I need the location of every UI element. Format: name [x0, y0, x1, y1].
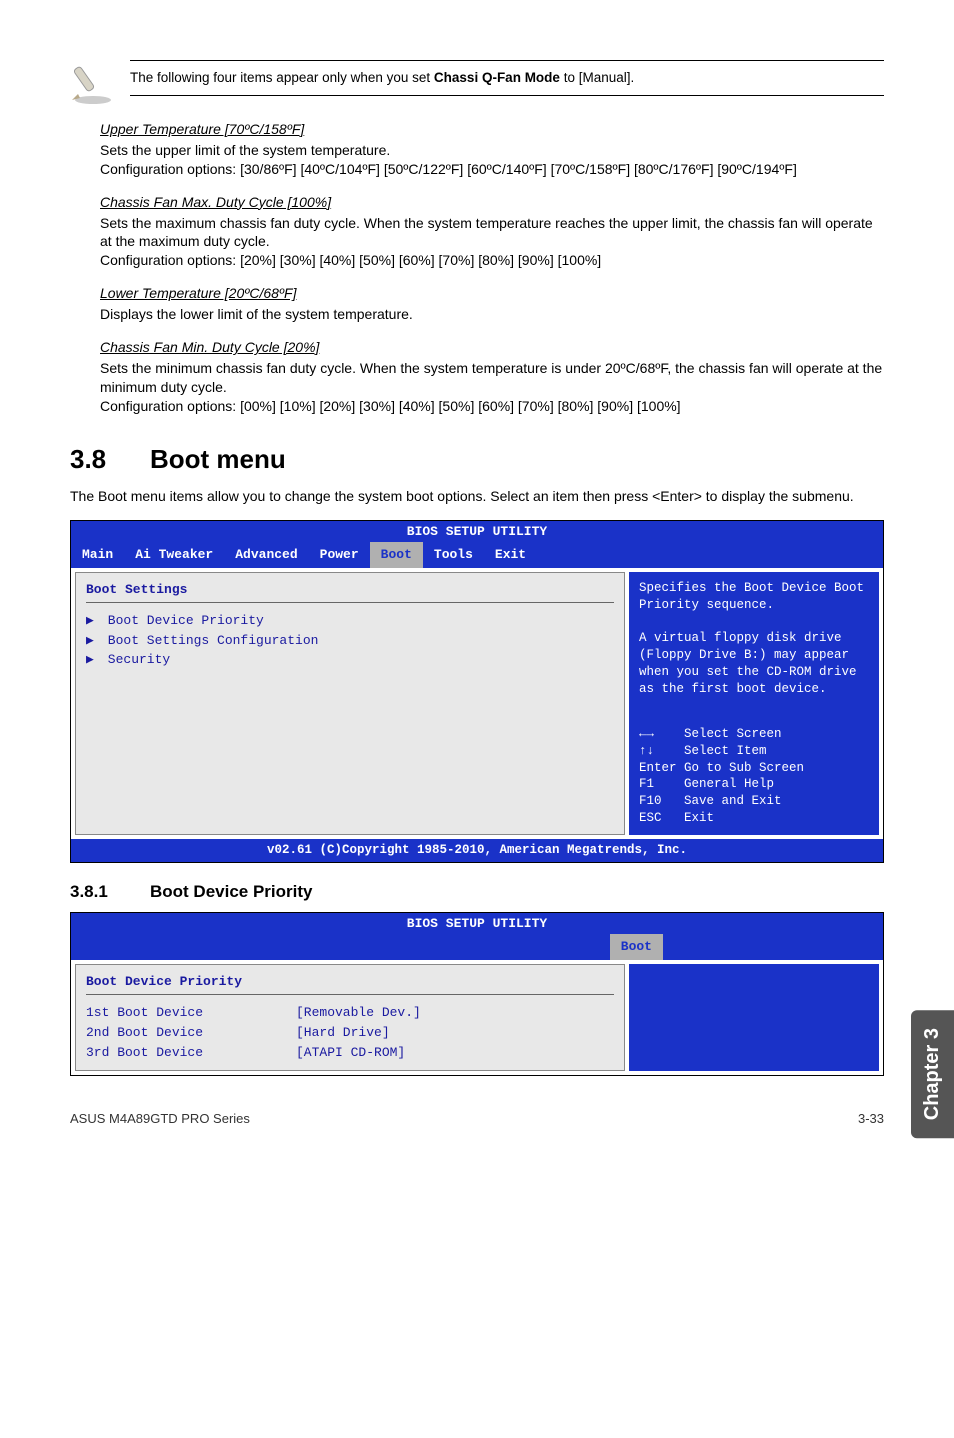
bios-help-key-line: F1 General Help — [639, 776, 869, 793]
bios-help-key-line: ←→ Select Screen — [639, 726, 869, 743]
bios-help-key-line: F10 Save and Exit — [639, 793, 869, 810]
bios-pane-heading: Boot Device Priority — [86, 973, 614, 991]
bios-tab-power: Power — [309, 542, 370, 568]
note-text-tail: to [Manual]. — [560, 70, 634, 85]
boot-device-key: 2nd Boot Device — [86, 1024, 296, 1042]
subsection-title: Boot Device Priority — [150, 882, 313, 901]
bios-help-pane: Specifies the Boot Device Boot Priority … — [629, 572, 879, 835]
field-title: Chassis Fan Max. Duty Cycle [100%] — [100, 193, 884, 212]
chapter-side-tab: Chapter 3 — [911, 1010, 954, 1138]
note-row: The following four items appear only whe… — [70, 60, 884, 106]
field-title: Upper Temperature [70ºC/158ºF] — [100, 120, 884, 139]
note-content: The following four items appear only whe… — [130, 60, 884, 96]
config-field-block: Lower Temperature [20ºC/68ºF] Displays th… — [100, 284, 884, 324]
subsection-number: 3.8.1 — [70, 881, 150, 904]
field-body: Sets the minimum chassis fan duty cycle.… — [100, 359, 884, 416]
bios-help-key-line: ESC Exit — [639, 810, 869, 827]
note-text-lead: The following four items appear only whe… — [130, 70, 434, 85]
bios-left-pane: Boot Device Priority 1st Boot Device[Rem… — [75, 964, 625, 1071]
boot-device-row: 3rd Boot Device[ATAPI CD-ROM] — [86, 1043, 614, 1063]
section-heading: 3.8Boot menu — [70, 442, 884, 477]
bios-title: BIOS SETUP UTILITY — [71, 913, 883, 935]
field-body: Sets the upper limit of the system tempe… — [100, 141, 884, 179]
field-title: Chassis Fan Min. Duty Cycle [20%] — [100, 338, 884, 357]
bios-menu-item: ▶ Boot Settings Configuration — [86, 631, 614, 651]
bios-tab-bar: MainAi TweakerAdvancedPowerBootToolsExit — [71, 542, 883, 568]
footer-left: ASUS M4A89GTD PRO Series — [70, 1110, 250, 1128]
boot-device-value: [Removable Dev.] — [296, 1004, 421, 1022]
boot-device-key: 1st Boot Device — [86, 1004, 296, 1022]
page-footer: ASUS M4A89GTD PRO Series 3-33 — [70, 1110, 884, 1128]
bios-help-pane — [629, 964, 879, 1071]
bios-pane-heading: Boot Settings — [86, 581, 614, 599]
bios-help-key-line: Enter Go to Sub Screen — [639, 760, 869, 777]
config-field-block: Chassis Fan Min. Duty Cycle [20%] Sets th… — [100, 338, 884, 416]
boot-device-row: 1st Boot Device[Removable Dev.] — [86, 1003, 614, 1023]
bios-tab-tools: Tools — [423, 542, 484, 568]
bios-footer: v02.61 (C)Copyright 1985-2010, American … — [71, 839, 883, 862]
bios-tab-boot: Boot — [370, 542, 423, 568]
boot-device-key: 3rd Boot Device — [86, 1044, 296, 1062]
boot-device-row: 2nd Boot Device[Hard Drive] — [86, 1023, 614, 1043]
bios-menu-item: ▶ Security — [86, 650, 614, 670]
footer-right: 3-33 — [858, 1110, 884, 1128]
bios-screenshot-main: BIOS SETUP UTILITY MainAi TweakerAdvance… — [70, 520, 884, 863]
bios-left-pane: Boot Settings ▶ Boot Device Priority▶ Bo… — [75, 572, 625, 835]
config-field-block: Upper Temperature [70ºC/158ºF] Sets the u… — [100, 120, 884, 179]
field-title: Lower Temperature [20ºC/68ºF] — [100, 284, 884, 303]
bios-tab-boot: Boot — [610, 934, 663, 960]
bios-tab-bar: Boot — [71, 934, 883, 960]
field-body: Sets the maximum chassis fan duty cycle.… — [100, 214, 884, 271]
bios-title: BIOS SETUP UTILITY — [71, 521, 883, 543]
boot-device-value: [ATAPI CD-ROM] — [296, 1044, 405, 1062]
bios-tab-main: Main — [71, 542, 124, 568]
bios-tab-advanced: Advanced — [224, 542, 308, 568]
config-field-block: Chassis Fan Max. Duty Cycle [100%] Sets t… — [100, 193, 884, 271]
bios-tab-exit: Exit — [484, 542, 537, 568]
section-number: 3.8 — [70, 442, 150, 477]
field-body: Displays the lower limit of the system t… — [100, 305, 884, 324]
boot-device-value: [Hard Drive] — [296, 1024, 390, 1042]
note-text-bold: Chassi Q-Fan Mode — [434, 70, 560, 85]
section-title: Boot menu — [150, 444, 286, 474]
section-intro: The Boot menu items allow you to change … — [70, 487, 884, 506]
bios-screenshot-priority: BIOS SETUP UTILITY Boot Boot Device Prio… — [70, 912, 884, 1076]
subsection-heading: 3.8.1Boot Device Priority — [70, 881, 884, 904]
pencil-note-icon — [70, 60, 116, 106]
bios-tab-ai-tweaker: Ai Tweaker — [124, 542, 224, 568]
bios-help-key-line: ↑↓ Select Item — [639, 743, 869, 760]
bios-menu-item: ▶ Boot Device Priority — [86, 611, 614, 631]
